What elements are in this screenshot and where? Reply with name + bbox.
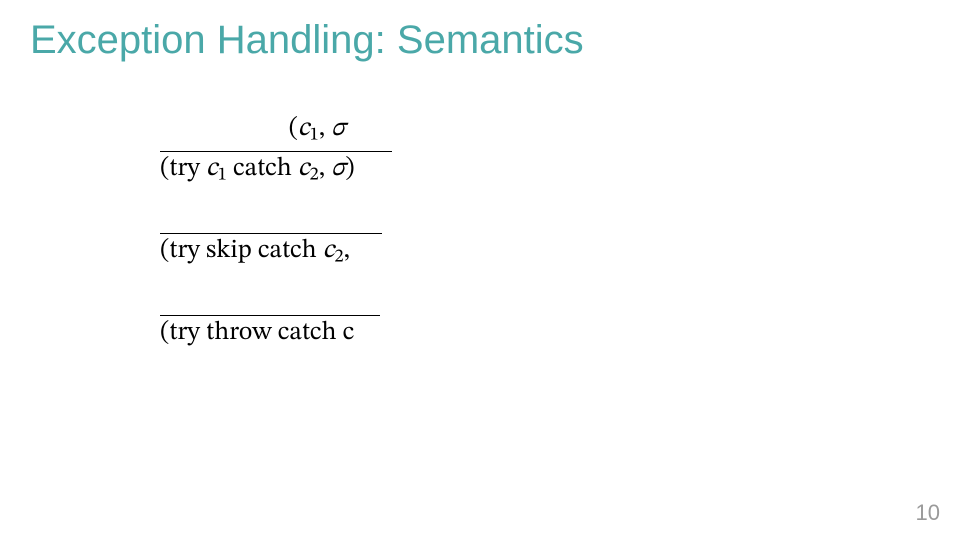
inference-rule: (try skip catch c2, (160, 230, 402, 270)
rules-area: (c1, σ (try c1 catch c2, σ) (try skip ca… (0, 113, 960, 350)
inference-rule: (c1, σ (try c1 catch c2, σ) (160, 113, 392, 188)
rule-divider (160, 151, 392, 152)
rule-divider (160, 315, 380, 316)
slide-title: Exception Handling: Semantics (0, 0, 960, 73)
rule-conclusion-crop: (try skip catch c2, (160, 235, 402, 270)
rule-conclusion: (try skip catch c2, (160, 235, 350, 270)
rule-conclusion-crop: (try throw catch c (160, 317, 400, 350)
rule-conclusion: (try throw catch c (160, 317, 354, 350)
rule-conclusion-crop: (try c1 catch c2, σ) (160, 153, 392, 188)
inference-rule: (try throw catch c (160, 312, 400, 350)
rule-premise: (c1, σ (289, 113, 346, 148)
rule-conclusion: (try c1 catch c2, σ) (160, 153, 355, 188)
rule-divider (160, 233, 382, 234)
page-number: 10 (916, 500, 940, 526)
rule-premise-crop: (c1, σ (160, 113, 392, 148)
